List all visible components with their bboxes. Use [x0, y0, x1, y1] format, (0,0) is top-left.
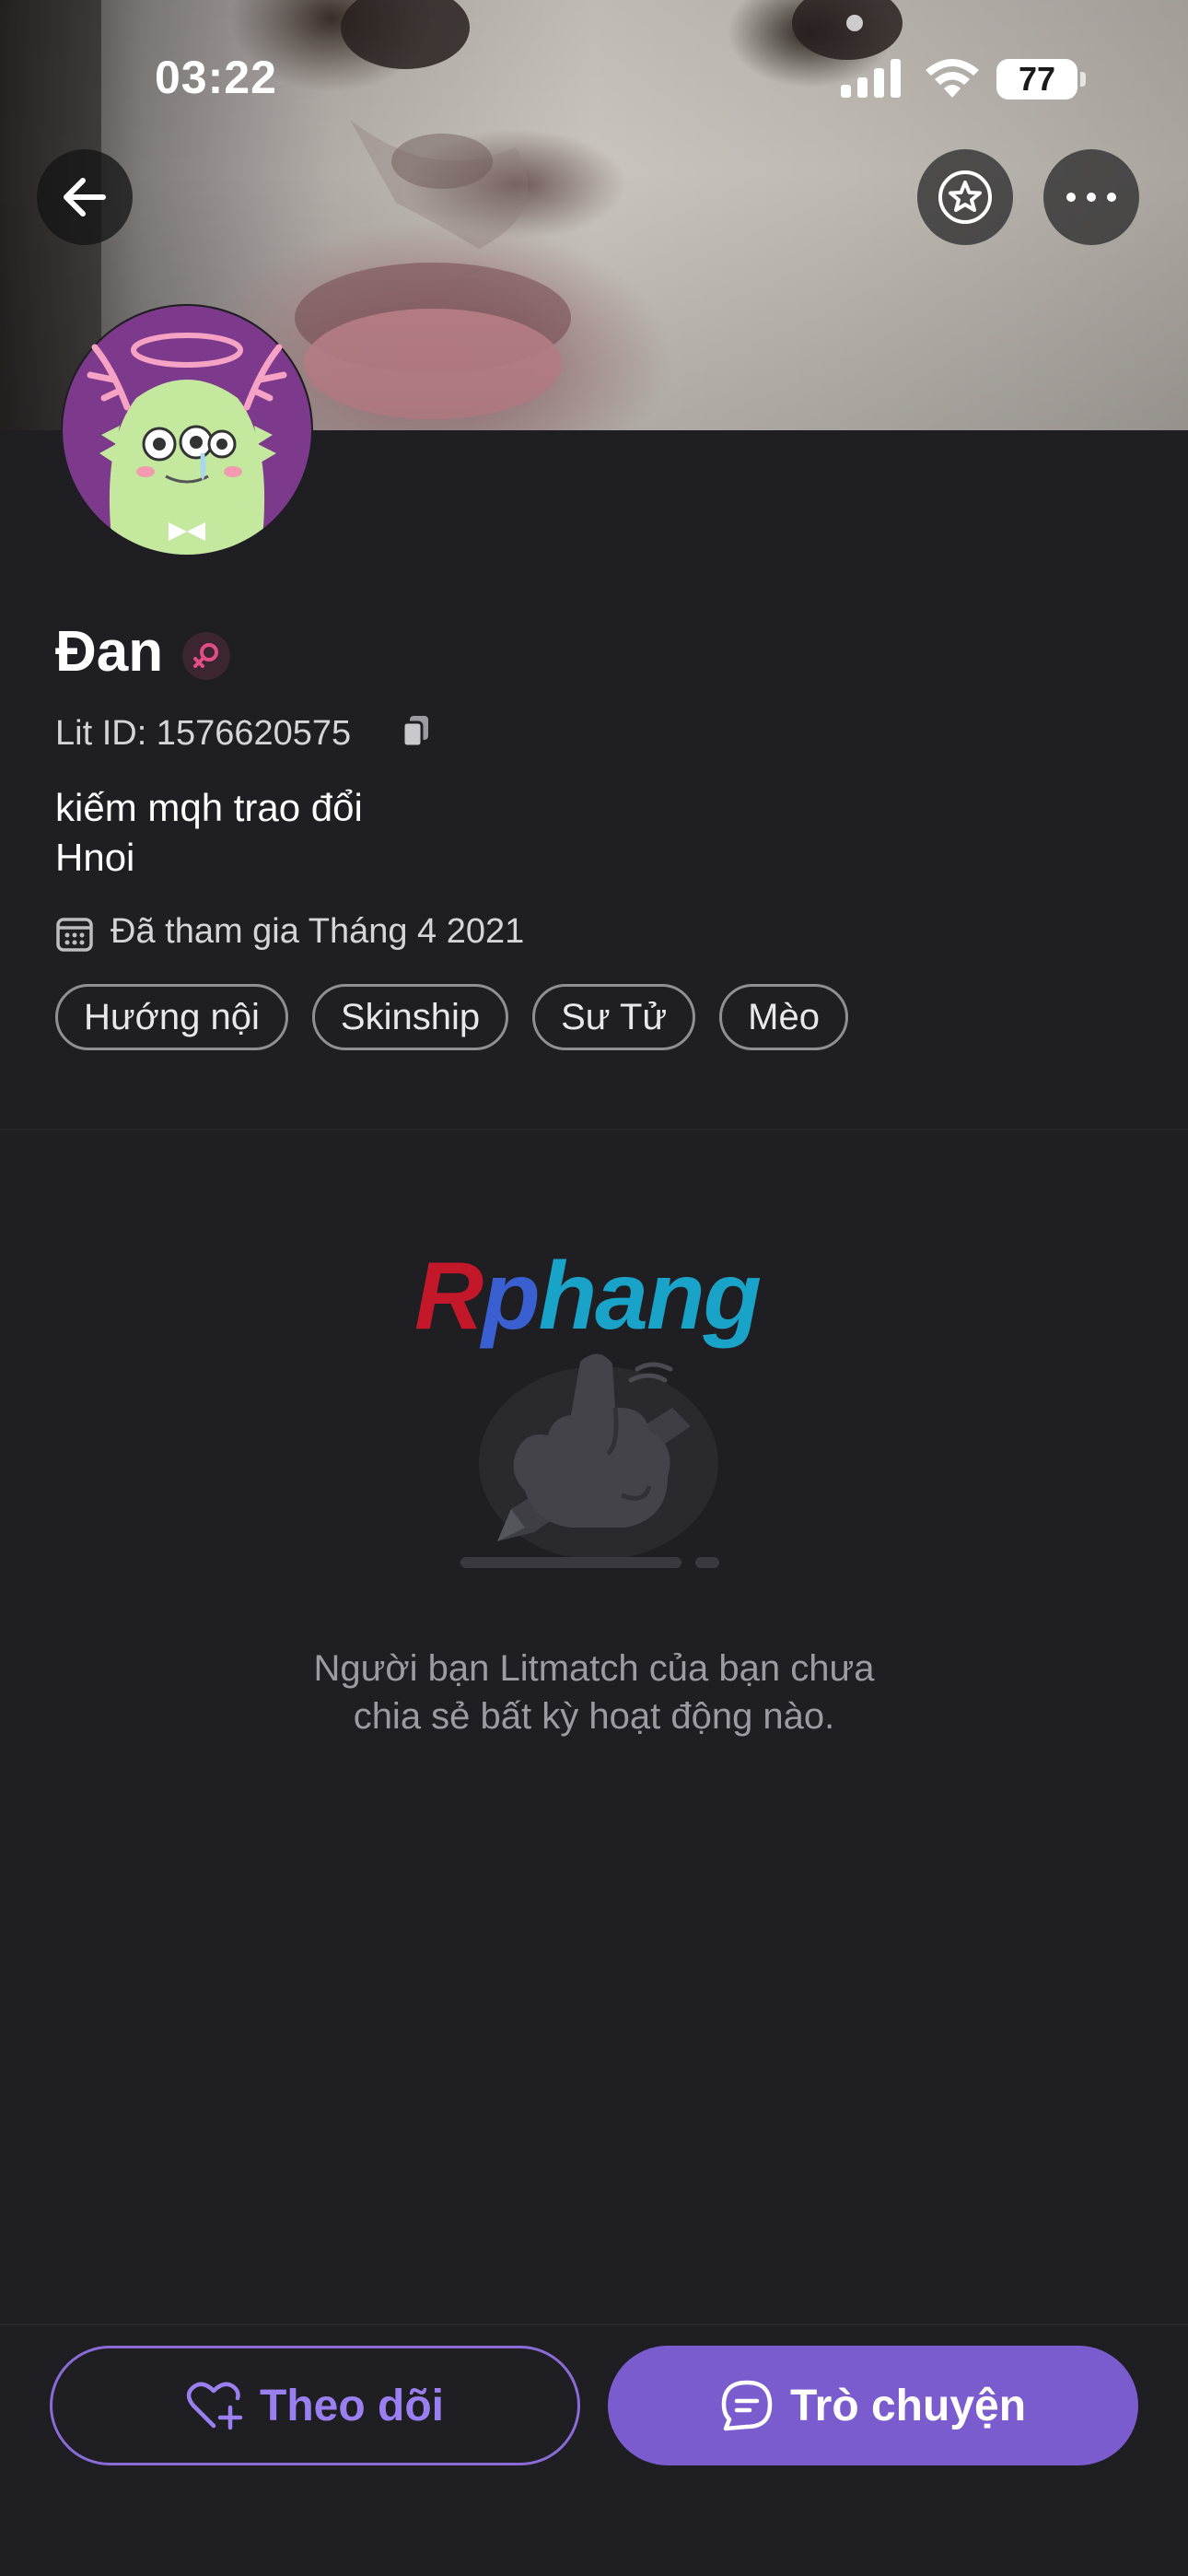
battery-indicator: 77: [996, 59, 1077, 100]
chat-button[interactable]: Trò chuyện: [608, 2346, 1138, 2465]
star-icon: [938, 170, 992, 224]
joined-date: Đã tham gia Tháng 4 2021: [111, 912, 525, 951]
more-options-button[interactable]: [1043, 149, 1139, 245]
chat-bubble-icon: [721, 2380, 773, 2431]
profile-bio: kiếm mqh trao đổi Hnoi: [55, 786, 363, 879]
back-button[interactable]: [37, 149, 133, 245]
calendar-icon: [56, 918, 93, 952]
chat-label: Trò chuyện: [789, 2381, 1027, 2430]
lit-id: Lit ID: 1576620575: [55, 714, 352, 753]
arrow-left-icon: [64, 178, 106, 217]
empty-state-message: Người bạn Litmatch của bạn chưa chia sẻ …: [313, 1648, 875, 1737]
female-icon: [193, 643, 218, 668]
gender-badge: [182, 632, 230, 680]
heart-plus-icon: [186, 2382, 243, 2430]
tag[interactable]: Mèo: [719, 984, 848, 1050]
tag[interactable]: Sư Tử: [532, 984, 696, 1050]
follow-button[interactable]: Theo dõi: [50, 2346, 580, 2465]
profile-name: Đan: [55, 620, 164, 684]
more-dots-icon: [1066, 193, 1116, 202]
copy-icon[interactable]: [401, 714, 432, 749]
follow-label: Theo dõi: [260, 2381, 444, 2430]
wifi-icon: [926, 59, 979, 98]
battery-cap: [1080, 72, 1086, 87]
tag[interactable]: Skinship: [311, 984, 509, 1050]
favorite-button[interactable]: [917, 149, 1013, 245]
avatar[interactable]: [61, 304, 313, 556]
tag[interactable]: Hướng nội: [55, 984, 288, 1050]
interest-tags: Hướng nội Skinship Sư Tử Mèo: [55, 984, 848, 1050]
section-divider: [0, 1129, 1188, 1130]
status-time: 03:22: [155, 52, 277, 103]
bottom-bar-divider: [0, 2324, 1188, 2325]
signal-icon: [841, 59, 901, 98]
empty-state-illustration-icon: [460, 1353, 719, 1568]
monster-avatar-icon: [63, 306, 311, 555]
